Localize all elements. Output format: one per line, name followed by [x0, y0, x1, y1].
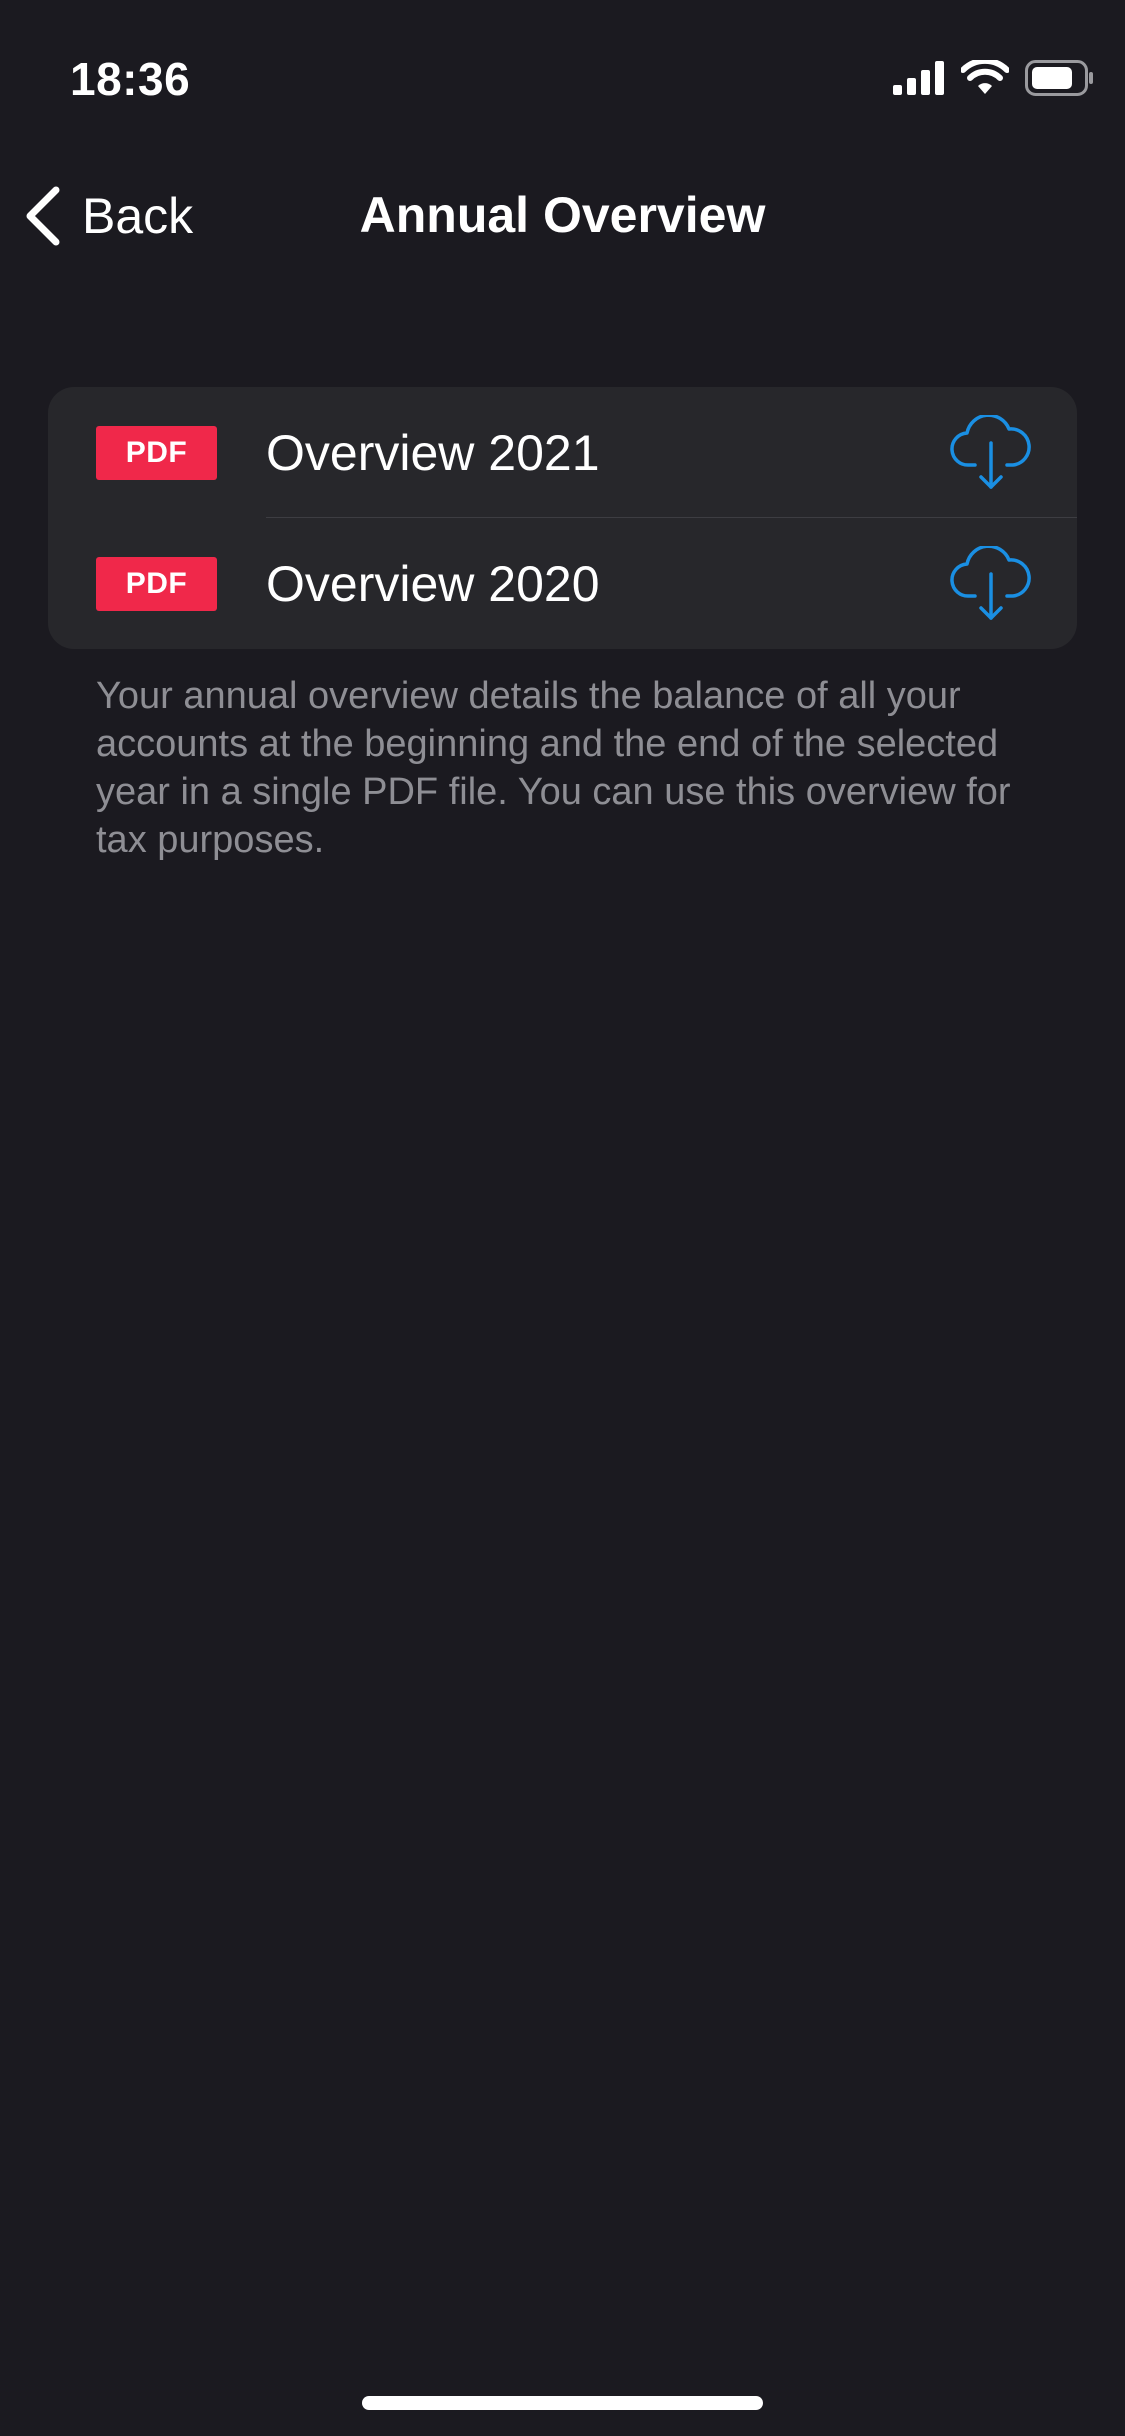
screen: 18:36 Back Annual Overview PDF Overview …: [0, 0, 1125, 2436]
document-title: Overview 2021: [266, 424, 600, 481]
cloud-download-icon: [950, 545, 1031, 620]
list-item-overview-2020[interactable]: PDF Overview 2020: [48, 518, 1077, 649]
list-item-overview-2021[interactable]: PDF Overview 2021: [48, 387, 1077, 518]
pdf-badge: PDF: [96, 425, 217, 480]
cloud-download-icon: [950, 414, 1031, 489]
battery-icon: [1025, 60, 1093, 96]
page-title: Annual Overview: [359, 187, 766, 243]
document-list: PDF Overview 2021 PDF Overview 2020: [48, 387, 1077, 649]
download-button[interactable]: [949, 413, 1033, 493]
status-time: 18:36: [70, 53, 191, 105]
description-text: Your annual overview details the balance…: [96, 675, 1011, 861]
status-icons: [893, 60, 1095, 96]
pdf-badge: PDF: [96, 556, 217, 611]
cellular-signal-icon: [893, 61, 944, 95]
wifi-icon: [961, 60, 1009, 94]
navigation-bar: Back Annual Overview: [0, 170, 1125, 260]
document-title: Overview 2020: [266, 555, 600, 612]
status-bar: 18:36: [0, 0, 1125, 140]
home-indicator[interactable]: [362, 2396, 763, 2410]
download-button[interactable]: [949, 544, 1033, 624]
